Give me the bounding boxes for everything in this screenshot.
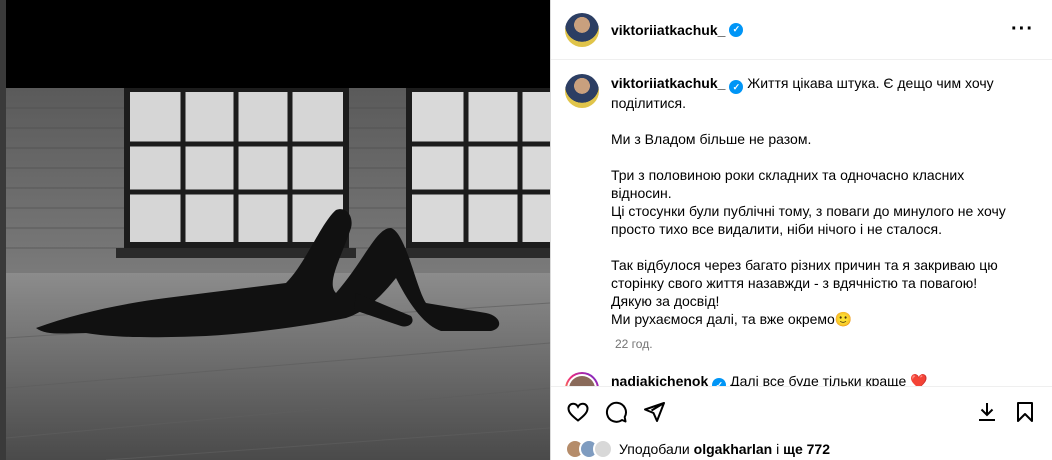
likes-user[interactable]: olgakharlan (694, 441, 773, 457)
caption-line: Ми рухаємося далі, та вже окремо🙂 (611, 311, 853, 327)
caption-line: сторінку свого життя назавжди - з вдячні… (611, 275, 978, 291)
more-icon[interactable]: ··· (1011, 18, 1034, 41)
caption-line: Три з половиною роки складних та одночас… (611, 167, 965, 183)
bookmark-icon (1017, 401, 1033, 422)
post-caption: viktoriiatkachuk_ ✓ Життя цікава штука. Є… (565, 74, 1035, 328)
likes-summary[interactable]: Уподобали olgakharlan і ще 772 (565, 438, 830, 460)
post-header: viktoriiatkachuk_ ✓ ··· (551, 0, 1052, 60)
commenter-avatar[interactable] (565, 372, 599, 386)
heart-icon (567, 402, 589, 422)
download-button[interactable] (974, 399, 1000, 425)
send-icon (644, 401, 665, 422)
download-icon (979, 402, 995, 421)
caption-line: Ми з Владом більше не разом. (611, 131, 812, 147)
caption-line: відносин. (611, 185, 672, 201)
verified-badge-icon: ✓ (729, 22, 744, 37)
caption-author-avatar[interactable] (565, 74, 599, 108)
like-button[interactable] (565, 399, 591, 425)
author-username[interactable]: viktoriiatkachuk_ (611, 22, 725, 38)
post-timestamp[interactable]: 22 год. (615, 337, 653, 351)
photo-image (6, 88, 550, 460)
comment-icon (605, 401, 627, 423)
action-bar (551, 386, 1052, 436)
caption-line: Життя цікава штука. Є дещо чим хочу (747, 75, 994, 91)
caption-author-username[interactable]: viktoriiatkachuk_ (611, 75, 725, 91)
verified-badge-icon: ✓ (712, 378, 727, 386)
caption-body: viktoriiatkachuk_ ✓ Життя цікава штука. Є… (611, 74, 1031, 328)
likes-prefix: Уподобали (619, 441, 690, 457)
comment-text-block: nadiakichenok ✓ Далі все буде тільки кращ… (611, 372, 928, 386)
comment-text: Далі все буде тільки краще ❤️ (730, 373, 928, 386)
likes-text: Уподобали olgakharlan і ще 772 (619, 441, 830, 457)
save-button[interactable] (1012, 399, 1038, 425)
comment-button[interactable] (603, 399, 629, 425)
post-photo[interactable] (6, 88, 550, 460)
likes-and: і (776, 441, 780, 457)
caption-line: Ці стосунки були публічні тому, з поваги… (611, 203, 1006, 219)
share-button[interactable] (641, 399, 667, 425)
comment-item: nadiakichenok ✓ Далі все буде тільки кращ… (565, 372, 1035, 386)
author-avatar[interactable] (565, 12, 599, 47)
post-sidebar: viktoriiatkachuk_ ✓ ··· viktoriiatkachuk… (551, 0, 1052, 460)
media-letterbox (6, 0, 550, 88)
liker-avatar (593, 439, 613, 459)
caption-line: Так відбулося через багато різних причин… (611, 257, 998, 273)
caption-line: поділитися. (611, 95, 687, 111)
commenter-username[interactable]: nadiakichenok (611, 373, 708, 386)
caption-line: Дякую за досвід! (611, 293, 720, 309)
caption-line: просто тихо все видалити, ніби нічого і … (611, 221, 943, 237)
post-media[interactable] (6, 0, 550, 460)
likes-more[interactable]: ще 772 (783, 441, 830, 457)
verified-badge-icon: ✓ (729, 80, 744, 94)
